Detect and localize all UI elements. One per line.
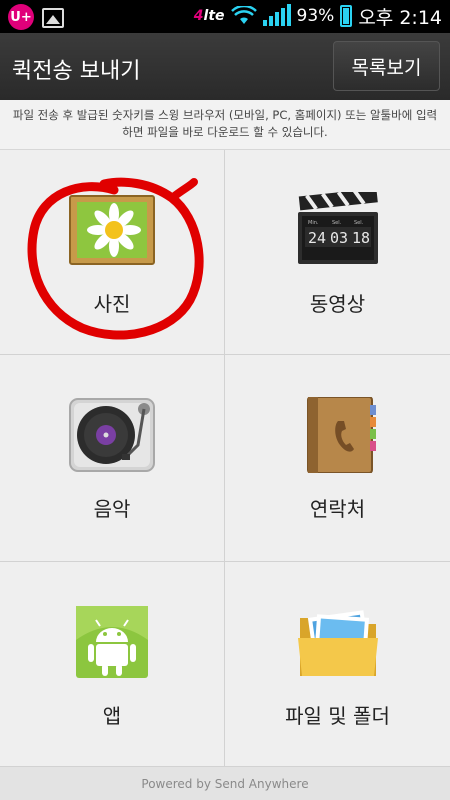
clock: 오후 2:14 [358,6,442,29]
category-photo[interactable]: 사진 [0,150,225,355]
carrier-icon: U+ [8,4,34,30]
gallery-notification-icon [42,8,64,28]
category-music[interactable]: 음악 [0,355,225,562]
signal-icon [262,4,291,26]
clapper-digits-1: 24 [308,229,326,247]
battery-icon [340,5,353,27]
folder-icon [297,610,378,676]
wifi-icon [230,6,257,24]
category-label-video: 동영상 [309,292,366,316]
list-view-button[interactable]: 목록보기 [333,41,440,91]
clapper-heading-2: Sel. [332,220,342,226]
music-icon [69,398,155,472]
page-title: 퀵전송 보내기 [12,59,141,84]
category-label-photo: 사진 [93,292,131,316]
category-grid: 사진 Min. Sel. Sel. 24 03 18 동영상 음악 연락처 앱 … [0,150,450,767]
video-icon: Min. Sel. Sel. 24 03 18 [297,192,378,264]
category-folder[interactable]: 파일 및 폴더 [225,562,450,767]
category-label-folder: 파일 및 폴더 [285,704,390,728]
category-label-app: 앱 [102,704,122,728]
category-label-music: 음악 [93,497,131,521]
category-contacts[interactable]: 연락처 [225,355,450,562]
photo-icon [69,195,155,265]
app-icon [76,606,148,678]
action-bar: 퀵전송 보내기 목록보기 [0,33,450,100]
footer-powered-by: Powered by Send Anywhere [0,767,450,800]
contacts-icon [306,397,376,473]
info-text: 파일 전송 후 발급된 숫자키를 스윙 브라우저 (모바일, PC, 홈페이지)… [0,100,450,150]
category-app[interactable]: 앱 [0,562,225,767]
status-bar: U+ 4lte 93% 오후 2:14 [0,0,450,33]
battery-percent: 93% [296,6,335,26]
clapper-heading-3: Sel. [354,220,364,226]
clapper-digits-3: 18 [352,229,370,247]
clapper-heading-1: Min. [308,220,319,226]
category-label-contacts: 연락처 [309,497,366,521]
clapper-digits-2: 03 [330,229,348,247]
category-video[interactable]: Min. Sel. Sel. 24 03 18 동영상 [225,150,450,355]
lte-icon: 4lte [193,8,225,24]
